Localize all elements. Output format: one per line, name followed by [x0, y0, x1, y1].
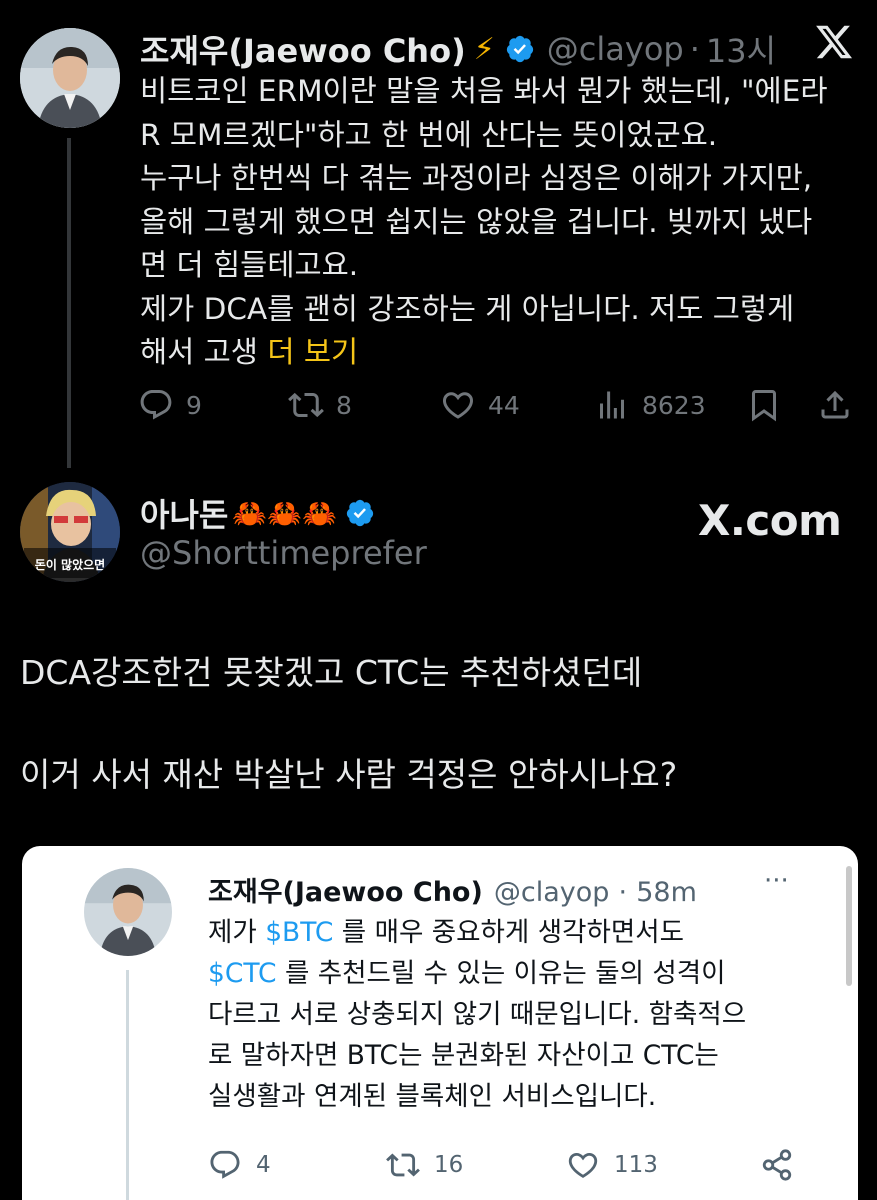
- quoted-thread-line: [126, 970, 129, 1200]
- quoted-screenshot-card: 조재우(Jaewoo Cho) @clayop · 58m ··· 제가 $BT…: [22, 846, 858, 1200]
- retweet-count: 8: [336, 390, 352, 420]
- cashtag-ctc: $CTC: [208, 958, 277, 989]
- tweet1-text: 비트코인 ERM이란 말을 처음 봐서 뭔가 했는데, "에E라 R 모M르겠다…: [140, 74, 828, 369]
- quoted-header: 조재우(Jaewoo Cho) @clayop · 58m: [208, 870, 697, 909]
- tweet1-header: 조재우(Jaewoo Cho) ⚡ @clayop · 13시: [140, 26, 776, 72]
- quoted-share: [760, 1148, 794, 1182]
- bookmark-icon: [752, 390, 776, 422]
- quoted-reply-count: 4: [256, 1152, 271, 1178]
- quoted-line: 로 말하자면 BTC는 분권화된 자산이고 CTC는: [208, 1040, 719, 1071]
- reply-icon: [140, 390, 172, 420]
- bookmark-button[interactable]: [746, 387, 782, 423]
- avatar-photo-icon: [84, 868, 172, 956]
- avatar-jaewoo-cho[interactable]: [20, 28, 120, 128]
- verified-badge-icon: [345, 498, 375, 528]
- quoted-like: 113: [566, 1148, 658, 1182]
- cashtag-btc: $BTC: [265, 917, 334, 948]
- quoted-line: 다르고 서로 상충되지 않기 때문입니다. 함축적으: [208, 999, 747, 1030]
- handle[interactable]: @clayop: [547, 30, 684, 68]
- reply-count: 9: [186, 390, 202, 420]
- share-nodes-icon: [762, 1149, 792, 1181]
- heart-icon: [442, 392, 474, 419]
- views-chart-icon: [600, 391, 624, 419]
- quoted-line: $CTC 를 추천드릴 수 있는 이유는 둘의 성격이: [208, 953, 746, 994]
- retweet-icon: [386, 1153, 420, 1177]
- quoted-separator: ·: [618, 877, 628, 908]
- display-name[interactable]: 아나돈: [140, 490, 228, 536]
- tweet1-body: 비트코인 ERM이란 말을 처음 봐서 뭔가 했는데, "에E라 R 모M르겠다…: [140, 70, 860, 375]
- quoted-line: 제가 $BTC 를 매우 중요하게 생각하면서도: [208, 912, 746, 953]
- more-options-icon: ···: [764, 866, 789, 896]
- x-logo-icon[interactable]: [814, 22, 854, 66]
- quoted-retweet: 16: [386, 1148, 463, 1182]
- quoted-body: 제가 $BTC 를 매우 중요하게 생각하면서도 $CTC 를 추천드릴 수 있…: [208, 912, 746, 1117]
- quoted-line: 실생활과 연계된 블록체인 서비스입니다.: [208, 1081, 657, 1112]
- separator-dot: ·: [689, 30, 700, 68]
- like-button[interactable]: 44: [440, 387, 520, 423]
- share-icon: [821, 390, 849, 419]
- views-button[interactable]: 8623: [594, 387, 706, 423]
- thread-line: [67, 138, 71, 468]
- reply-button[interactable]: 9: [138, 387, 202, 423]
- retweet-button[interactable]: 8: [288, 387, 352, 423]
- avatar-anadon[interactable]: 돈이 많았으면: [20, 482, 120, 582]
- verified-badge-icon: [505, 34, 535, 64]
- quoted-handle: @clayop: [493, 877, 610, 908]
- tweet2-header: 아나돈 🦀🦀🦀: [140, 490, 375, 536]
- heart-icon: [568, 1152, 598, 1178]
- reply-icon: [210, 1150, 240, 1179]
- xcom-watermark: X.com: [698, 496, 842, 545]
- avatar-photo-icon: [20, 28, 120, 128]
- crab-emojis: 🦀🦀🦀: [232, 496, 337, 530]
- quoted-text: 를 추천드릴 수 있는 이유는 둘의 성격이: [276, 958, 726, 989]
- like-count: 44: [488, 390, 520, 420]
- view-count: 8623: [642, 390, 706, 420]
- quoted-text: 제가: [208, 917, 266, 948]
- scrollbar: [846, 866, 852, 986]
- display-name[interactable]: 조재우(Jaewoo Cho): [140, 26, 466, 72]
- quoted-avatar: [84, 868, 172, 956]
- quoted-reply: 4: [208, 1148, 271, 1182]
- lightning-icon: ⚡: [473, 31, 495, 67]
- timestamp[interactable]: 13시: [706, 26, 776, 72]
- quoted-text: 를 매우 중요하게 생각하면서도: [333, 917, 685, 948]
- retweet-icon: [288, 392, 324, 418]
- quoted-display-name: 조재우(Jaewoo Cho): [208, 877, 483, 908]
- quoted-time: 58m: [636, 877, 697, 908]
- share-button[interactable]: [817, 387, 853, 423]
- tweet2-line1: DCA강조한건 못찾겠고 CTC는 추천하셨던데: [20, 653, 643, 692]
- quoted-retweet-count: 16: [434, 1152, 464, 1178]
- handle[interactable]: @Shorttimeprefer: [140, 534, 427, 572]
- avatar-caption: 돈이 많았으면: [34, 558, 106, 572]
- quoted-like-count: 113: [614, 1152, 658, 1178]
- tweet2-line2: 이거 사서 재산 박살난 사람 걱정은 안하시나요?: [20, 755, 678, 794]
- show-more-link[interactable]: 더 보기: [267, 335, 358, 369]
